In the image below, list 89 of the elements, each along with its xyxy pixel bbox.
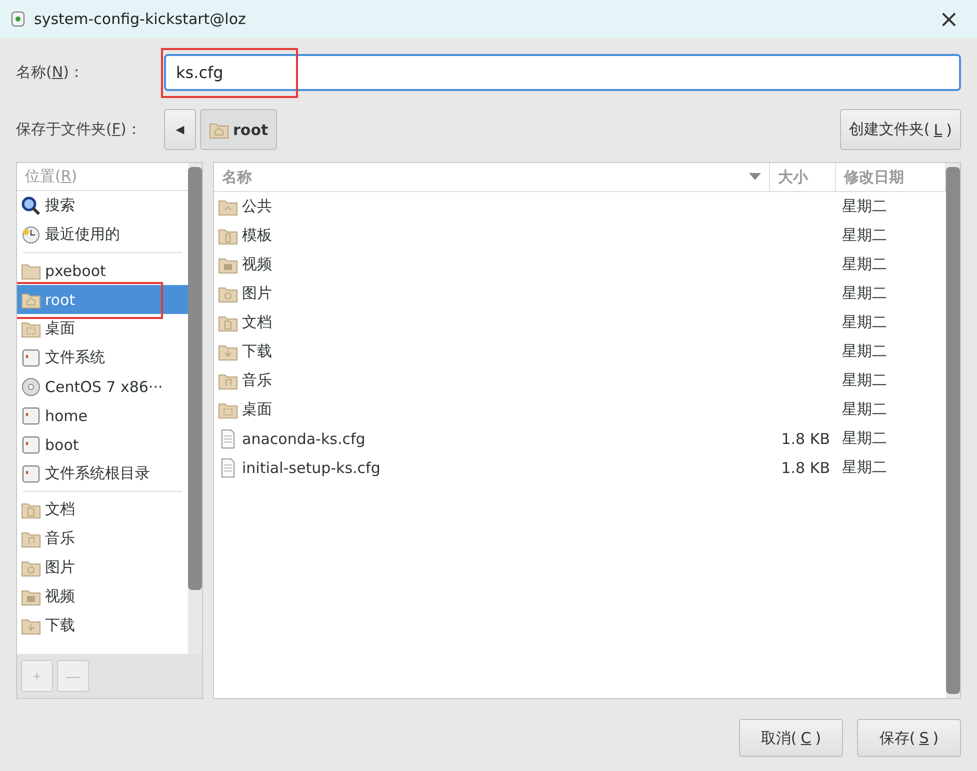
place-label: root xyxy=(45,290,76,308)
desktop-folder-icon xyxy=(218,400,238,418)
disc-icon xyxy=(21,376,41,396)
template-folder-icon xyxy=(218,226,238,244)
place-item[interactable]: boot xyxy=(17,430,188,459)
place-item[interactable]: 搜索 xyxy=(17,191,188,220)
place-item[interactable]: 文档 xyxy=(17,495,188,524)
place-item[interactable]: 图片 xyxy=(17,553,188,582)
file-date: 星期二 xyxy=(842,313,887,331)
music-folder-icon xyxy=(21,530,41,548)
place-item[interactable]: 音乐 xyxy=(17,524,188,553)
close-icon[interactable]: × xyxy=(930,5,967,33)
file-date: 星期二 xyxy=(842,458,887,476)
place-label: 最近使用的 xyxy=(45,225,120,244)
file-date: 星期二 xyxy=(842,284,887,302)
file-name[interactable]: 公共 xyxy=(242,197,272,216)
camera-folder-icon xyxy=(21,558,41,576)
place-label: boot xyxy=(45,436,79,454)
window-title: system-config-kickstart@loz xyxy=(34,10,247,28)
document-folder-icon xyxy=(218,314,238,332)
place-label: home xyxy=(45,406,88,424)
file-date: 星期二 xyxy=(842,255,887,273)
place-item[interactable]: 最近使用的 xyxy=(17,220,188,249)
video-folder-icon xyxy=(21,588,41,606)
place-label: 搜索 xyxy=(45,196,75,215)
shared-folder-icon xyxy=(218,198,238,216)
place-item[interactable]: 文件系统根目录 xyxy=(17,459,188,488)
drive-icon xyxy=(21,464,41,484)
place-item[interactable]: CentOS 7 x86··· xyxy=(17,372,188,401)
place-label: pxeboot xyxy=(45,262,106,280)
music-folder-icon xyxy=(218,372,238,390)
place-label: 文件系统 xyxy=(45,348,105,367)
download-folder-icon xyxy=(21,616,41,634)
scrollbar[interactable] xyxy=(188,163,202,654)
video-folder-icon xyxy=(218,256,238,274)
document-folder-icon xyxy=(21,500,41,518)
search-icon xyxy=(21,196,41,216)
dialog-button[interactable]: 保存( S ) xyxy=(857,719,961,757)
name-field[interactable]: ks.cfg xyxy=(164,54,961,91)
home-folder-icon xyxy=(209,120,229,138)
drive-icon xyxy=(21,434,41,454)
place-item[interactable]: pxeboot xyxy=(17,256,188,285)
file-date: 星期二 xyxy=(842,371,887,389)
file-date: 星期二 xyxy=(842,226,887,244)
download-folder-icon xyxy=(218,342,238,360)
file-date: 星期二 xyxy=(842,429,887,447)
file-name[interactable]: 图片 xyxy=(242,284,272,303)
place-item[interactable]: home xyxy=(17,401,188,430)
place-label: 音乐 xyxy=(45,529,75,548)
folder-icon xyxy=(21,262,41,280)
file-name[interactable]: initial-setup-ks.cfg xyxy=(242,458,380,476)
file-size: 1.8 KB xyxy=(781,430,830,448)
place-label: 文件系统根目录 xyxy=(45,464,150,483)
file-date: 星期二 xyxy=(842,197,887,215)
camera-folder-icon xyxy=(218,284,238,302)
place-label: 文档 xyxy=(45,500,75,519)
place-item[interactable]: 桌面 xyxy=(17,314,188,343)
file-name[interactable]: 音乐 xyxy=(242,371,272,390)
home-folder-icon xyxy=(21,290,41,308)
file-name[interactable]: anaconda-ks.cfg xyxy=(242,430,366,448)
place-label: 视频 xyxy=(45,587,75,606)
file-name[interactable]: 模板 xyxy=(242,226,272,245)
drive-icon xyxy=(21,348,41,368)
place-label: 下载 xyxy=(45,616,75,635)
file-date: 星期二 xyxy=(842,342,887,360)
place-item[interactable]: 视频 xyxy=(17,582,188,611)
name-label: 名称(N)： xyxy=(16,63,85,82)
file-date: 星期二 xyxy=(842,400,887,418)
place-label: CentOS 7 x86··· xyxy=(45,378,163,396)
app-icon xyxy=(10,10,26,28)
file-size: 1.8 KB xyxy=(781,458,830,476)
file-name[interactable]: 下载 xyxy=(242,342,272,361)
drive-icon xyxy=(21,406,41,426)
back-button[interactable]: ◀ xyxy=(164,109,196,150)
desktop-folder-icon xyxy=(21,320,41,338)
scrollbar[interactable] xyxy=(946,163,960,698)
folder-label: 保存于文件夹(F)： xyxy=(16,120,142,139)
dialog-button[interactable]: 取消( C ) xyxy=(739,719,843,757)
file-name[interactable]: 桌面 xyxy=(242,400,272,419)
create-folder-button[interactable]: 创建文件夹( L ) xyxy=(840,109,961,150)
file-name[interactable]: 文档 xyxy=(242,313,272,332)
place-item[interactable]: 下载 xyxy=(17,611,188,640)
clock-icon xyxy=(21,224,41,244)
place-label: 桌面 xyxy=(45,319,75,338)
place-label: 图片 xyxy=(45,558,75,577)
file-name[interactable]: 视频 xyxy=(242,255,272,274)
place-item[interactable]: 文件系统 xyxy=(17,343,188,372)
path-button[interactable]: root xyxy=(200,109,278,150)
sort-icon xyxy=(749,173,761,181)
